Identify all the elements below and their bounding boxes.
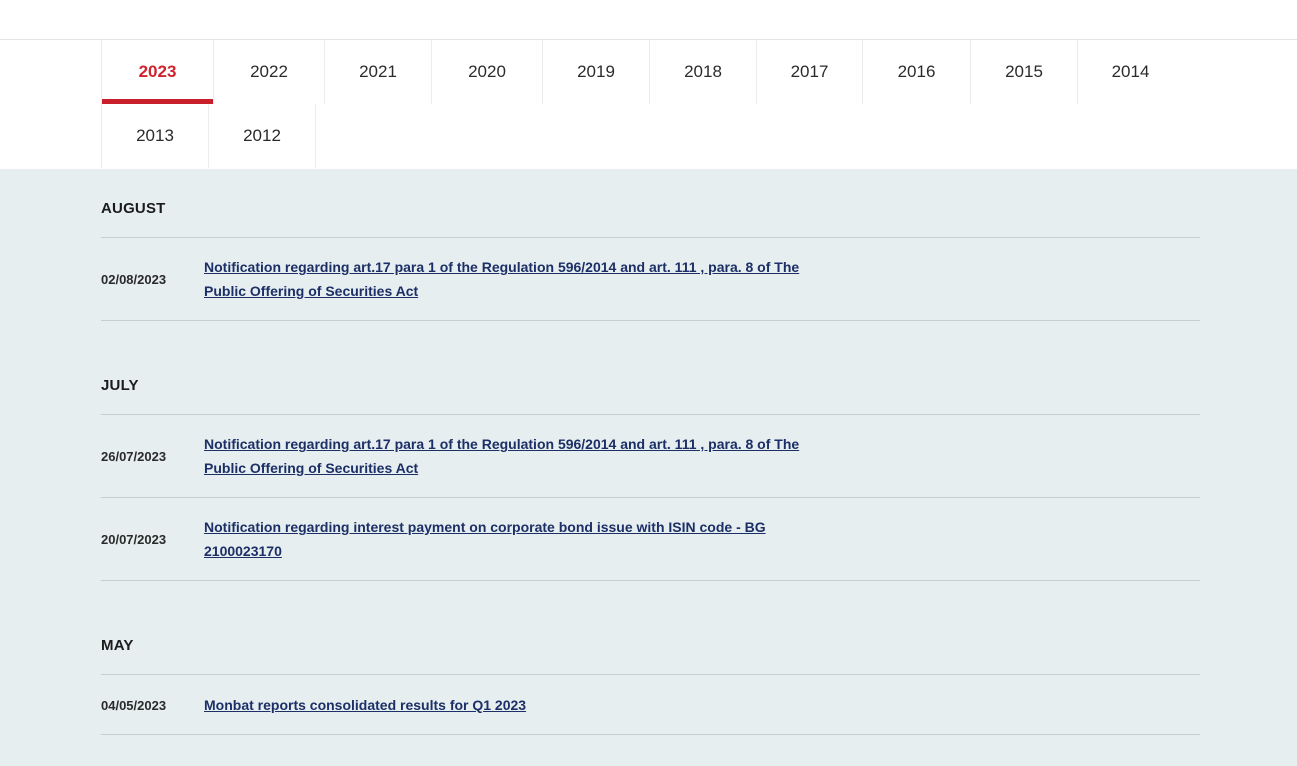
tab-year-2012[interactable]: 2012 <box>208 104 316 168</box>
year-tabs: 2023 2022 2021 2020 2019 2018 2017 2016 … <box>0 40 1297 169</box>
tab-year-2017[interactable]: 2017 <box>756 40 862 104</box>
tab-year-2015[interactable]: 2015 <box>970 40 1077 104</box>
news-date: 04/05/2023 <box>101 698 167 713</box>
news-date: 02/08/2023 <box>101 272 167 287</box>
divider <box>101 674 1200 675</box>
tab-year-2021[interactable]: 2021 <box>324 40 431 104</box>
news-date: 26/07/2023 <box>101 449 167 464</box>
tab-year-2019[interactable]: 2019 <box>542 40 649 104</box>
tab-year-2018[interactable]: 2018 <box>649 40 756 104</box>
tab-year-2013[interactable]: 2013 <box>101 104 208 168</box>
month-heading-august: AUGUST <box>101 200 166 217</box>
divider <box>101 237 1200 238</box>
tab-year-2022[interactable]: 2022 <box>213 40 324 104</box>
tab-year-2014[interactable]: 2014 <box>1077 40 1183 104</box>
month-heading-may: MAY <box>101 637 134 654</box>
top-header-bar <box>0 0 1297 40</box>
news-date: 20/07/2023 <box>101 532 167 547</box>
news-link[interactable]: Monbat reports consolidated results for … <box>204 693 824 717</box>
divider <box>101 320 1200 321</box>
tab-year-2016[interactable]: 2016 <box>862 40 970 104</box>
news-link[interactable]: Notification regarding interest payment … <box>204 515 824 563</box>
divider <box>101 414 1200 415</box>
tab-year-2023[interactable]: 2023 <box>101 40 213 104</box>
news-link[interactable]: Notification regarding art.17 para 1 of … <box>204 432 824 480</box>
divider <box>101 497 1200 498</box>
divider <box>101 734 1200 735</box>
month-heading-july: JULY <box>101 377 139 394</box>
news-link[interactable]: Notification regarding art.17 para 1 of … <box>204 255 824 303</box>
tab-year-2020[interactable]: 2020 <box>431 40 542 104</box>
divider <box>101 580 1200 581</box>
